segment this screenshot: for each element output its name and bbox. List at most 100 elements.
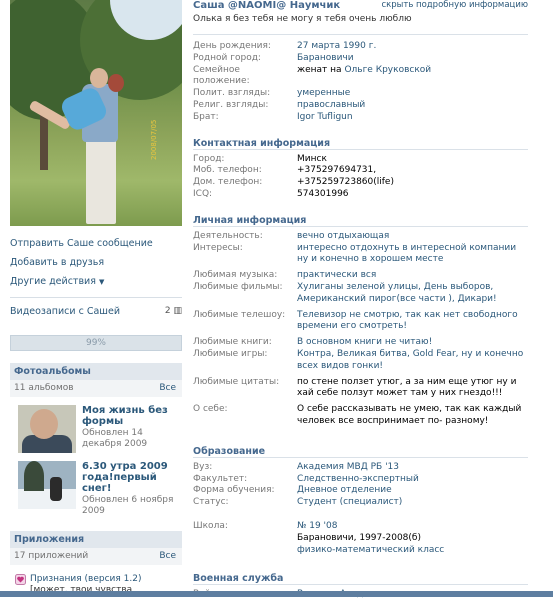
info-value-interests[interactable]: интересно отдохнуть в интересной компани… xyxy=(297,243,528,267)
videos-link[interactable]: Видеозаписи с Сашей 2 ▥ xyxy=(10,303,182,319)
add-friend-link[interactable]: Добавить в друзья xyxy=(10,253,182,272)
info-label: Любимые цитаты: xyxy=(193,376,280,387)
info-label: Школа: xyxy=(193,520,228,531)
albums-subheader: 11 альбомов Все xyxy=(10,380,182,397)
spouse-link[interactable]: Ольге Круковской xyxy=(344,65,431,75)
info-label: Факультет: xyxy=(193,473,248,484)
info-row-city: Город: Минск xyxy=(193,154,528,166)
info-label: О себе: xyxy=(193,404,228,415)
album-thumbnail[interactable] xyxy=(18,405,76,453)
info-value-form[interactable]: Дневное отделение xyxy=(297,485,528,497)
thumb-face xyxy=(30,409,58,439)
info-value-activity[interactable]: вечно отдыхающая xyxy=(297,231,528,243)
info-value-university[interactable]: Академия МВД РБ '13 xyxy=(297,462,528,474)
album-meta: Моя жизнь без формы Обновлен 14 декабря … xyxy=(82,405,174,453)
info-label-empty xyxy=(193,545,297,557)
info-row-status: Статус: Студент (специалист) xyxy=(193,497,528,509)
info-value-school-class[interactable]: физико-математический класс xyxy=(297,545,528,557)
album-item[interactable]: Моя жизнь без формы Обновлен 14 декабря … xyxy=(10,405,182,453)
videos-count: 2 ▥ xyxy=(165,306,182,316)
info-label: Брат: xyxy=(193,111,219,122)
profile-photo[interactable]: 2008/07/05 xyxy=(10,0,182,226)
thumb-tree xyxy=(24,461,44,491)
info-label: Религ. взгляды: xyxy=(193,99,269,110)
info-label: Любимые фильмы: xyxy=(193,281,283,292)
info-label: Форма обучения: xyxy=(193,485,275,496)
other-actions-label: Другие действия xyxy=(10,276,96,287)
info-label: Дом. телефон: xyxy=(193,177,263,188)
videos-label: Видеозаписи с Сашей xyxy=(10,305,121,317)
info-value-books[interactable]: В основном книги не читаю! xyxy=(297,337,528,349)
info-row-interests: Интересы: интересно отдохнуть в интересно… xyxy=(193,243,528,267)
info-value-status[interactable]: Студент (специалист) xyxy=(297,497,528,509)
right-column: Саша @NAOMI@ Наумчик скрыть подробную ин… xyxy=(193,0,528,601)
albums-all-link[interactable]: Все xyxy=(159,380,176,397)
info-value-family: женат на Ольге Круковской xyxy=(297,65,528,89)
info-label: Деятельность: xyxy=(193,230,263,241)
other-actions-link[interactable]: Другие действия ▼ xyxy=(10,272,182,291)
info-label: День рождения: xyxy=(193,41,271,51)
info-label-empty xyxy=(193,533,297,545)
info-label: Статус: xyxy=(193,497,229,508)
info-label: Любимые игры: xyxy=(193,348,268,359)
rating-bar: 99% xyxy=(10,335,182,351)
info-row-home-phone: Дом. телефон: +375259723860(life) xyxy=(193,177,528,189)
send-message-link[interactable]: Отправить Саше сообщение xyxy=(10,234,182,253)
rating-value: 99% xyxy=(85,338,106,348)
albums-count: 11 альбомов xyxy=(14,383,74,393)
info-label: Моб. телефон: xyxy=(193,165,262,176)
info-row-music: Любимая музыка: практически вся xyxy=(193,270,528,282)
album-thumbnail[interactable] xyxy=(18,461,76,509)
info-value-politics[interactable]: умеренные xyxy=(297,88,528,100)
info-value-films[interactable]: Хулиганы зеленой улицы, День выборов, Ам… xyxy=(297,282,528,306)
divider xyxy=(193,34,528,35)
bottom-border xyxy=(0,591,553,597)
info-row-quotes: Любимые цитаты: по стене ползет утюг, а з… xyxy=(193,377,528,401)
info-value-games[interactable]: Контра, Великая битва, Gold Fear, ну и к… xyxy=(297,349,528,373)
album-item[interactable]: 6.30 утра 2009 года!первый снег! Обновле… xyxy=(10,461,182,517)
info-value-hometown[interactable]: Барановичи xyxy=(297,53,528,65)
info-row-books: Любимые книги: В основном книги не читаю! xyxy=(193,337,528,349)
brother-link[interactable]: Igor Tufligun xyxy=(297,112,528,124)
info-value-birthday[interactable]: 27 марта 1990 г. xyxy=(297,41,528,53)
info-value-faculty[interactable]: Следственно-экспертный xyxy=(297,474,528,486)
hide-details-link[interactable]: скрыть подробную информацию xyxy=(381,0,528,12)
info-label: ICQ: xyxy=(193,188,213,199)
info-row-icq: ICQ: 574301996 xyxy=(193,189,528,201)
apps-count: 17 приложений xyxy=(14,551,89,561)
section-title-personal: Личная информация xyxy=(193,214,528,227)
albums-header[interactable]: Фотоальбомы xyxy=(10,363,182,380)
album-name[interactable]: 6.30 утра 2009 года!первый снег! xyxy=(82,461,174,494)
photo-man-head xyxy=(90,68,108,88)
info-value-tv[interactable]: Телевизор не смотрю, так как нет свободн… xyxy=(297,310,528,334)
info-label: Родной город: xyxy=(193,52,261,63)
info-label: Полит. взгляды: xyxy=(193,88,271,99)
info-row-activity: Деятельность: вечно отдыхающая xyxy=(193,231,528,243)
profile-name: Саша @NAOMI@ Наумчик xyxy=(193,0,341,11)
info-row-mobile: Моб. телефон: +375297694731, xyxy=(193,165,528,177)
info-row-faculty: Факультет: Следственно-экспертный xyxy=(193,474,528,486)
divider xyxy=(10,297,182,298)
family-prefix: женат на xyxy=(297,64,342,75)
album-updated: Обновлен 6 ноября 2009 xyxy=(82,495,174,516)
info-label: Любимые книги: xyxy=(193,337,272,348)
section-title-military: Военная служба xyxy=(193,572,528,586)
info-row-form: Форма обучения: Дневное отделение xyxy=(193,485,528,497)
info-value-icq: 574301996 xyxy=(297,188,349,199)
apps-all-link[interactable]: Все xyxy=(159,548,176,565)
apps-header[interactable]: Приложения xyxy=(10,531,182,548)
chevron-down-icon: ▼ xyxy=(98,278,105,286)
app-name[interactable]: Признания (версия 1.2) xyxy=(30,574,142,585)
album-name[interactable]: Моя жизнь без формы xyxy=(82,405,174,427)
section-title-contacts: Контактная информация xyxy=(193,137,528,150)
info-value-school[interactable]: № 19 '08 xyxy=(297,521,528,533)
info-label: Семейное положение: xyxy=(193,64,250,87)
photo-man-legs xyxy=(86,140,116,224)
info-value-music[interactable]: практически вся xyxy=(297,270,528,282)
info-value-religion[interactable]: православный xyxy=(297,100,528,112)
